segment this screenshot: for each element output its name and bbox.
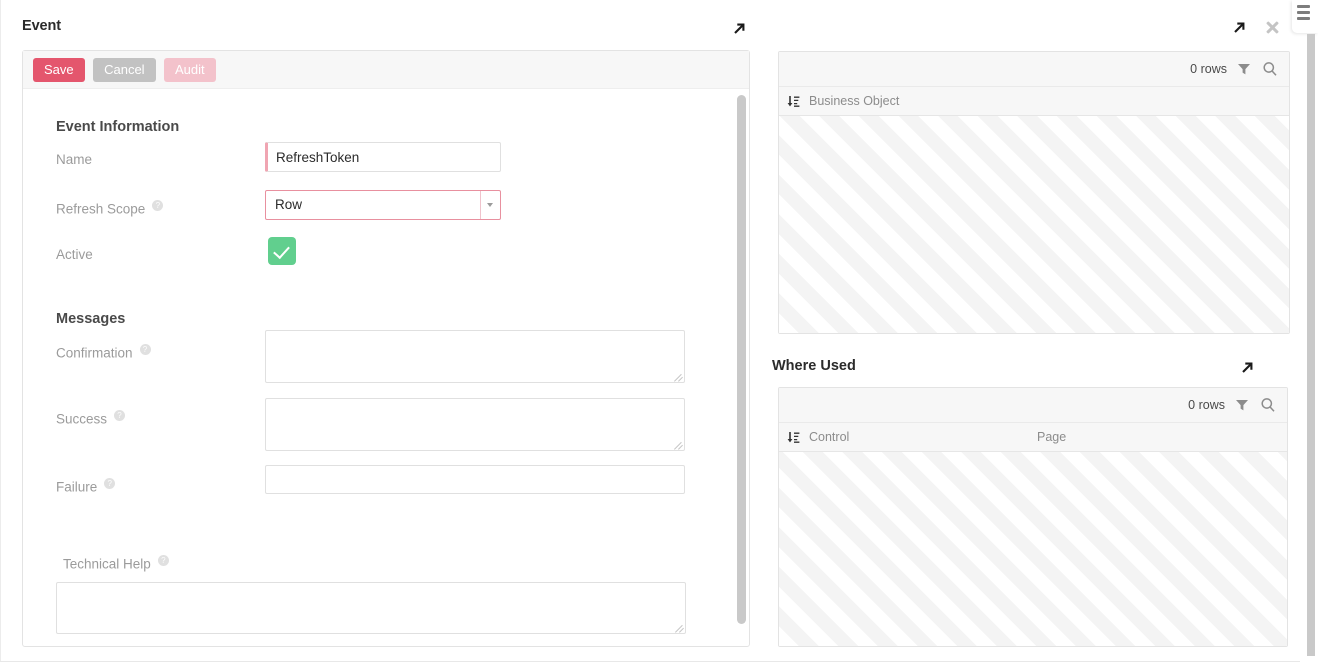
- business-object-rows-count: 0 rows: [1190, 62, 1227, 76]
- label-failure-text: Failure: [56, 480, 97, 495]
- chevron-down-icon[interactable]: [480, 191, 500, 219]
- where-used-grid-toolbar: 0 rows: [779, 388, 1287, 423]
- event-form-card: Save Cancel Audit Event Information Name…: [22, 50, 750, 647]
- label-failure: Failure?: [56, 478, 115, 495]
- label-refresh-scope: Refresh Scope?: [56, 200, 163, 217]
- form-content: Event Information Name Refresh Scope? Ro…: [23, 89, 737, 646]
- help-icon-confirmation[interactable]: ?: [140, 344, 151, 355]
- section-heading-messages: Messages: [56, 311, 125, 327]
- business-object-grid-header: Business Object: [779, 87, 1289, 116]
- app-page: Event Save Cancel Audit Event Informatio…: [0, 0, 1318, 672]
- label-name: Name: [56, 152, 92, 167]
- label-refresh-scope-text: Refresh Scope: [56, 202, 145, 217]
- audit-button: Audit: [164, 58, 216, 82]
- page-title: Event: [22, 18, 61, 34]
- where-used-panel-header: Where Used: [770, 358, 1290, 384]
- cancel-button[interactable]: Cancel: [93, 58, 155, 82]
- menu-line: [1297, 5, 1310, 8]
- column-header-business-object[interactable]: Business Object: [809, 87, 899, 116]
- label-success: Success?: [56, 410, 125, 427]
- filter-icon[interactable]: [1235, 398, 1249, 412]
- business-object-panel-actions: [1218, 19, 1282, 37]
- where-used-grid-body: [779, 452, 1287, 646]
- confirmation-textarea[interactable]: [265, 330, 685, 383]
- close-icon[interactable]: [1264, 19, 1282, 37]
- menu-line: [1297, 11, 1310, 14]
- label-technical-help: Technical Help?: [63, 555, 169, 572]
- business-object-panel-header: [770, 18, 1290, 44]
- refresh-scope-value: Row: [275, 191, 302, 219]
- business-object-grid: 0 rows: [778, 51, 1290, 334]
- hamburger-menu-icon[interactable]: [1292, 0, 1318, 33]
- label-active: Active: [56, 247, 93, 262]
- search-icon[interactable]: [1260, 397, 1276, 413]
- page-bottom-divider: [0, 661, 1300, 662]
- technical-help-textarea[interactable]: [56, 582, 686, 634]
- business-object-grid-toolbar: 0 rows: [779, 52, 1289, 87]
- name-input[interactable]: [265, 142, 501, 172]
- help-icon-success[interactable]: ?: [114, 410, 125, 421]
- sort-descending-icon[interactable]: [787, 95, 800, 108]
- success-textarea[interactable]: [265, 398, 685, 451]
- label-confirmation: Confirmation?: [56, 344, 151, 361]
- where-used-grid: 0 rows: [778, 387, 1288, 647]
- expand-arrow-icon[interactable]: [1230, 19, 1248, 37]
- column-header-page[interactable]: Page: [1037, 423, 1066, 452]
- active-checkbox[interactable]: [268, 237, 296, 265]
- column-header-control[interactable]: Control: [809, 423, 849, 452]
- sort-descending-icon[interactable]: [787, 431, 800, 444]
- filter-icon[interactable]: [1237, 62, 1251, 76]
- search-icon[interactable]: [1262, 61, 1278, 77]
- form-toolbar: Save Cancel Audit: [23, 51, 749, 89]
- help-icon-failure[interactable]: ?: [104, 478, 115, 489]
- label-confirmation-text: Confirmation: [56, 346, 133, 361]
- form-scroll-region: Event Information Name Refresh Scope? Ro…: [23, 89, 749, 646]
- form-scrollbar-thumb[interactable]: [737, 95, 746, 624]
- business-object-grid-body: [779, 116, 1289, 333]
- right-side-panel: 0 rows: [770, 0, 1290, 660]
- save-button[interactable]: Save: [33, 58, 85, 82]
- help-icon-refresh-scope[interactable]: ?: [152, 200, 163, 211]
- where-used-title: Where Used: [772, 358, 856, 374]
- menu-line: [1297, 17, 1310, 20]
- help-icon-technical-help[interactable]: ?: [158, 555, 169, 566]
- expand-arrow-icon[interactable]: [730, 20, 748, 38]
- event-form-panel: Event Save Cancel Audit Event Informatio…: [0, 0, 760, 660]
- event-panel-header: Event: [22, 18, 748, 44]
- refresh-scope-select[interactable]: Row: [265, 190, 501, 220]
- label-technical-help-text: Technical Help: [63, 557, 151, 572]
- where-used-grid-header: Control Page: [779, 423, 1287, 452]
- page-scrollbar-thumb[interactable]: [1307, 34, 1315, 656]
- where-used-rows-count: 0 rows: [1188, 398, 1225, 412]
- failure-input[interactable]: [265, 465, 685, 494]
- where-used-panel-actions: [1226, 359, 1256, 377]
- label-success-text: Success: [56, 412, 107, 427]
- section-heading-event-information: Event Information: [56, 119, 179, 135]
- expand-arrow-icon[interactable]: [1238, 359, 1256, 377]
